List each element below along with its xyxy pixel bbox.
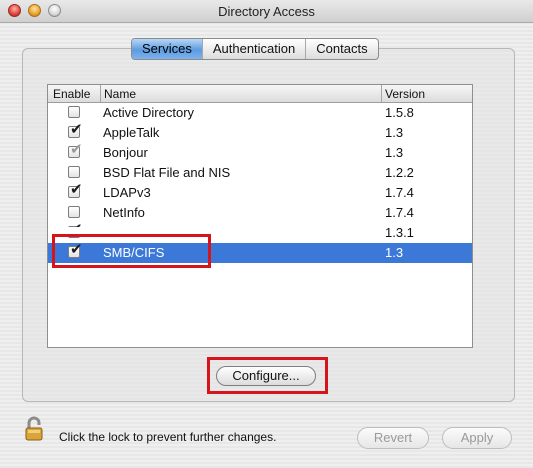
window-title: Directory Access — [218, 4, 315, 19]
service-version: 1.7.4 — [385, 205, 414, 220]
table-row[interactable]: BSD Flat File and NIS 1.2.2 — [48, 163, 472, 183]
service-name: Bonjour — [103, 145, 148, 160]
checkmark-icon: ✔ — [70, 120, 83, 138]
service-name: AppleTalk — [103, 125, 160, 140]
tab-contacts[interactable]: Contacts — [306, 39, 377, 59]
table-row[interactable]: ✔ Bonjour 1.3 — [48, 140, 472, 163]
checkmark-icon: ✔ — [70, 180, 83, 198]
column-header-enable[interactable]: Enable — [53, 87, 90, 101]
service-version: 1.3 — [385, 125, 404, 140]
highlight-box-selected-service — [52, 234, 211, 268]
service-version: 1.3 — [385, 145, 404, 160]
enable-checkbox[interactable] — [68, 206, 80, 218]
padlock-icon[interactable] — [25, 416, 45, 442]
tab-bar: Services Authentication Contacts — [131, 38, 379, 60]
enable-checkbox[interactable] — [68, 106, 80, 118]
table-row[interactable]: Active Directory 1.5.8 — [48, 103, 472, 123]
table-header: Enable Name Version — [48, 85, 472, 103]
table-row[interactable]: NetInfo 1.7.4 — [48, 203, 472, 223]
column-header-name[interactable]: Name — [104, 87, 136, 101]
highlight-box-configure — [207, 357, 328, 394]
column-header-version[interactable]: Version — [385, 87, 425, 101]
service-name: LDAPv3 — [103, 185, 151, 200]
enable-checkbox[interactable] — [68, 166, 80, 178]
lock-message: Click the lock to prevent further change… — [59, 430, 277, 444]
service-name: Active Directory — [103, 105, 195, 120]
service-version: 1.7.4 — [385, 185, 414, 200]
enable-checkbox[interactable]: ✔ — [68, 180, 83, 198]
enable-checkbox[interactable]: ✔ — [68, 120, 83, 138]
service-version: 1.5.8 — [385, 105, 414, 120]
service-version: 1.2.2 — [385, 165, 414, 180]
service-version: 1.3 — [385, 245, 404, 260]
enable-checkbox[interactable]: ✔ — [68, 140, 83, 158]
revert-button[interactable]: Revert — [357, 427, 429, 449]
title-bar: Directory Access — [0, 0, 533, 23]
service-name: BSD Flat File and NIS — [103, 165, 231, 180]
service-version: 1.3.1 — [385, 225, 414, 240]
checkmark-icon: ✔ — [70, 140, 83, 158]
tab-authentication[interactable]: Authentication — [203, 39, 307, 59]
table-row[interactable]: ✔ AppleTalk 1.3 — [48, 120, 472, 143]
tab-services[interactable]: Services — [132, 39, 203, 59]
services-table: Enable Name Version Active Directory 1.5… — [47, 84, 473, 348]
apply-button[interactable]: Apply — [442, 427, 512, 449]
directory-access-window: Directory Access Services Authentication… — [0, 0, 533, 468]
service-name: NetInfo — [103, 205, 145, 220]
table-row[interactable]: ✔ LDAPv3 1.7.4 — [48, 180, 472, 203]
